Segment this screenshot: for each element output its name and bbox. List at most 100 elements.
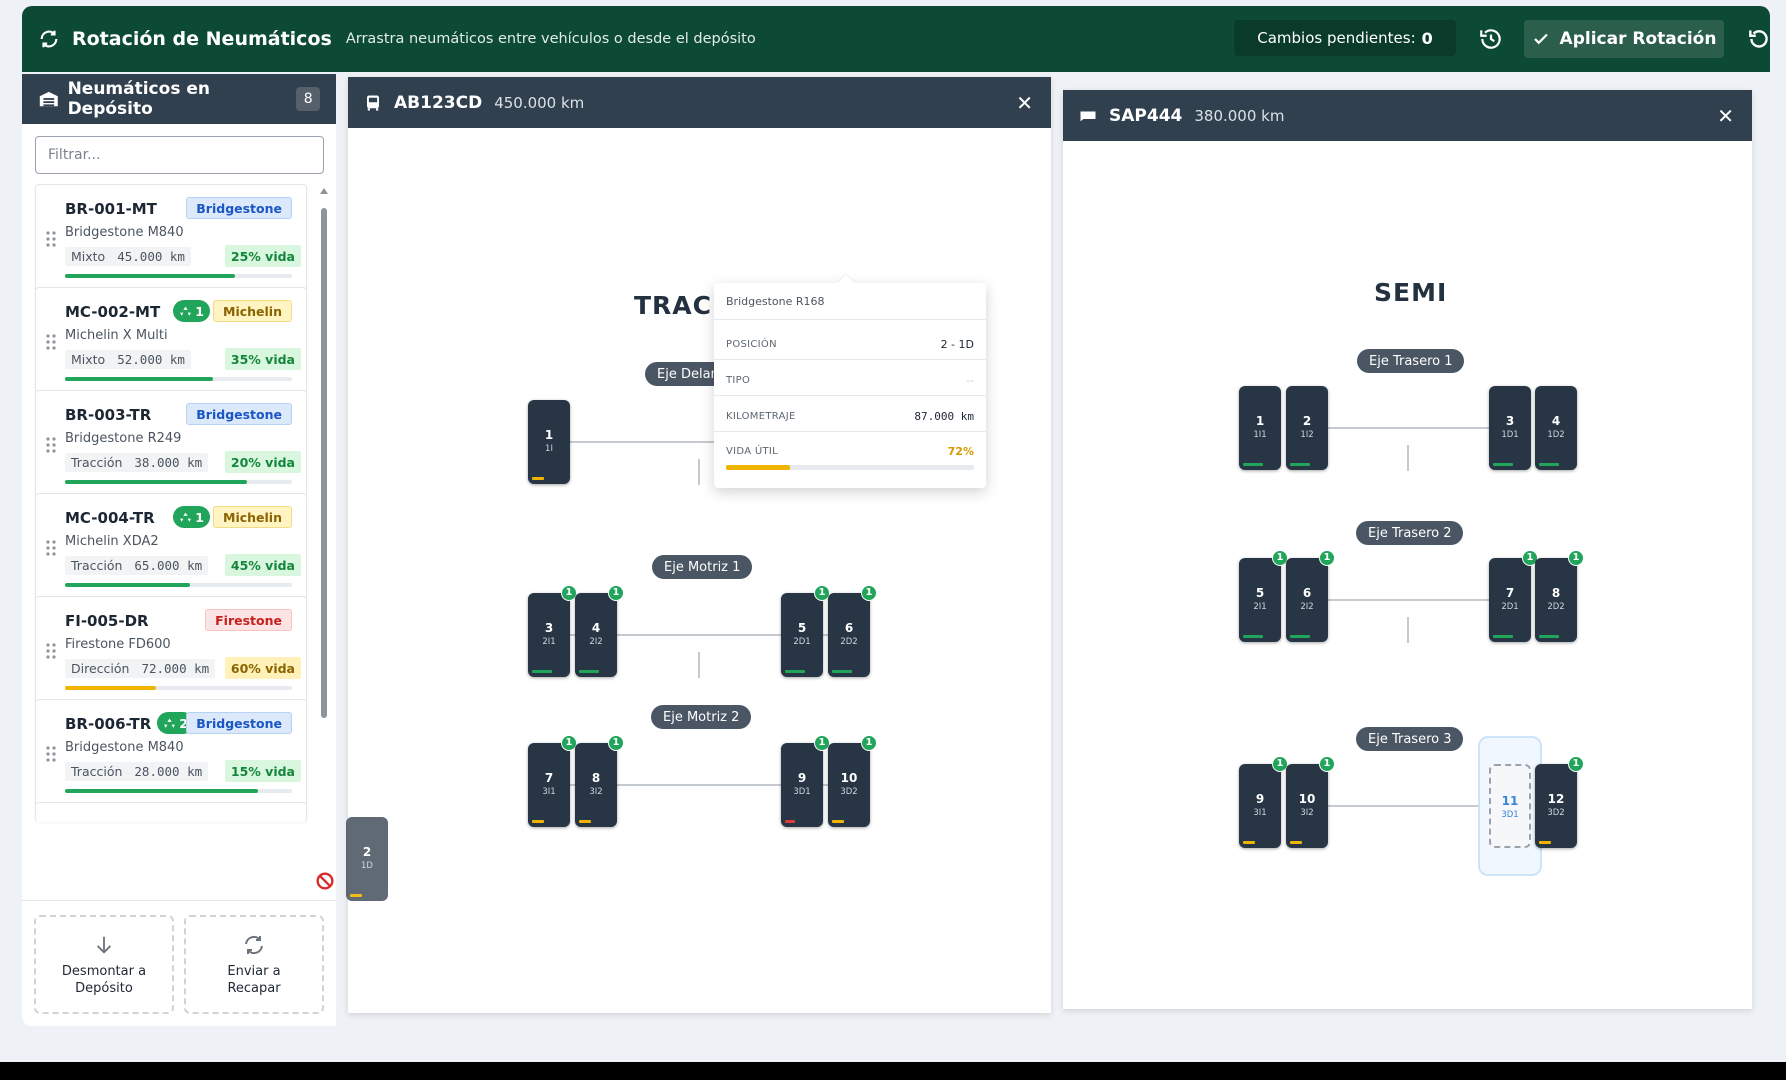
depot-tire-card[interactable]: FI-005-DR Firestone Firestone FD600 Dire… — [35, 596, 307, 704]
warehouse-icon — [39, 91, 58, 107]
tire-slot[interactable]: 1 1I — [528, 400, 570, 484]
tire-model: Bridgestone R249 — [65, 431, 182, 446]
tire-slot[interactable]: 1 9 3D1 — [781, 735, 830, 827]
depot-tire-card-partial[interactable] — [35, 802, 307, 822]
bus-icon — [367, 95, 379, 110]
tire-number: 6 — [1302, 586, 1312, 600]
tire-position: 3D2 — [840, 787, 858, 797]
life-badge: 15% vida — [224, 760, 301, 782]
close-icon[interactable]: ✕ — [1016, 91, 1033, 115]
tire-slot[interactable]: 1 4 2I2 — [575, 585, 624, 677]
depot-tire-card[interactable]: BR-006-TR 2 Bridgestone Bridgestone M840… — [35, 699, 307, 807]
tire-life-bar — [832, 670, 852, 673]
tire-code: BR-003-TR — [65, 406, 152, 424]
tire-position: 2I2 — [1300, 602, 1314, 612]
depot-tire-card[interactable]: BR-001-MT Bridgestone Bridgestone M840 M… — [35, 184, 307, 292]
send-to-recap-dropzone[interactable]: Enviar a Recapar — [184, 915, 324, 1014]
depot-scrollbar[interactable] — [320, 188, 328, 788]
tire-number: 3 — [544, 621, 554, 635]
recap-count: 1 — [195, 509, 204, 525]
unmount-label-1: Desmontar a — [61, 963, 147, 979]
grip-icon[interactable] — [46, 643, 56, 659]
tire-position: 2D1 — [1501, 602, 1519, 612]
depot-tire-card[interactable]: MC-002-MT 1 Michelin Michelin X Multi Mi… — [35, 287, 307, 395]
tire-life-bar — [1493, 635, 1513, 638]
tire-position: 2D1 — [793, 637, 811, 647]
vehicle-panel-semi: SAP444 380.000 km ✕ — [1063, 90, 1752, 1009]
tire-model: Bridgestone M840 — [65, 740, 184, 755]
dragged-tire[interactable]: 2 1D — [346, 817, 388, 901]
tire-code: BR-001-MT — [65, 200, 157, 218]
pending-changes: Cambios pendientes: 0 — [1234, 20, 1456, 56]
close-icon[interactable]: ✕ — [1717, 104, 1734, 128]
tire-slot[interactable]: 1 1I1 — [1239, 386, 1281, 470]
life-bar-fill — [65, 583, 190, 587]
check-icon — [1533, 33, 1548, 45]
depot-tire-card[interactable]: BR-003-TR Bridgestone Bridgestone R249 T… — [35, 390, 307, 498]
tire-life-bar — [1493, 463, 1513, 466]
grip-icon[interactable] — [46, 334, 56, 350]
grip-icon[interactable] — [46, 746, 56, 762]
tire-slot[interactable]: 1 3 2I1 — [528, 585, 577, 677]
apply-rotation-button[interactable]: Aplicar Rotación — [1524, 20, 1724, 58]
recap-count-badge: 1 — [1568, 756, 1584, 772]
grip-icon[interactable] — [46, 540, 56, 556]
history-icon[interactable] — [1478, 26, 1504, 52]
tire-slot[interactable]: 3 1D1 — [1489, 386, 1531, 470]
tire-type: Mixto — [71, 249, 106, 264]
tooltip-model: Bridgestone R168 — [726, 295, 825, 308]
tire-life-bar — [785, 820, 795, 823]
tooltip-km-label: KILOMETRAJE — [726, 411, 796, 422]
page-subtitle: Arrastra neumáticos entre vehículos o de… — [345, 31, 756, 47]
grip-icon[interactable] — [46, 231, 56, 247]
tire-slot[interactable]: 1 10 3I2 — [1286, 756, 1335, 848]
tire-slot[interactable]: 1 8 2D2 — [1535, 550, 1584, 642]
axle-rod — [570, 441, 720, 443]
tire-slot[interactable]: 1 9 3I1 — [1239, 756, 1288, 848]
recap-count: 1 — [195, 303, 204, 319]
tire-slot[interactable]: 1 7 3I1 — [528, 735, 577, 827]
top-bar: Rotación de Neumáticos Arrastra neumátic… — [22, 6, 1770, 72]
tire-number: 1 — [1255, 414, 1265, 428]
tire-slot[interactable]: 1 12 3D2 — [1535, 756, 1584, 848]
tire-type-km: Tracción 28.000 km — [65, 762, 209, 781]
pending-label: Cambios pendientes: — [1257, 29, 1416, 47]
tire-position: 1D2 — [1547, 430, 1565, 440]
tooltip-km-value: 87.000 km — [914, 410, 974, 423]
tire-slot[interactable]: 1 6 2D2 — [828, 585, 877, 677]
filter-input[interactable] — [35, 136, 324, 174]
tire-slot[interactable]: 4 1D2 — [1535, 386, 1577, 470]
recap-label-2: Recapar — [227, 980, 281, 996]
grip-icon[interactable] — [46, 437, 56, 453]
depot-count: 8 — [296, 87, 320, 111]
tire-number: 2 — [1302, 414, 1312, 428]
tire-position: 2I2 — [589, 637, 603, 647]
tire-life-bar — [532, 477, 544, 480]
refresh-icon — [245, 935, 263, 954]
unmount-to-depot-dropzone[interactable]: Desmontar a Depósito — [34, 915, 174, 1014]
tire-slot[interactable]: 1 5 2I1 — [1239, 550, 1288, 642]
life-bar — [65, 583, 292, 587]
tire-slot[interactable]: 1 6 2I2 — [1286, 550, 1335, 642]
tire-slot[interactable]: 1 8 3I2 — [575, 735, 624, 827]
tire-position: 3D2 — [1547, 808, 1565, 818]
vehicle-panel-tractor: AB123CD 450.000 km ✕ — [348, 77, 1051, 1013]
recycle-icon — [180, 512, 192, 522]
tire-position: 1I — [545, 444, 553, 454]
undo-icon[interactable] — [1746, 26, 1772, 52]
tire-position: 1D1 — [1501, 430, 1519, 440]
tire-slot[interactable]: 1 7 2D1 — [1489, 550, 1538, 642]
tire-number: 4 — [1551, 414, 1561, 428]
tire-position: 1I1 — [1253, 430, 1267, 440]
depot-tire-card[interactable]: MC-004-TR 1 Michelin Michelin XDA2 Tracc… — [35, 493, 307, 601]
tire-position: 1I2 — [1300, 430, 1314, 440]
empty-tire-slot[interactable]: 11 3D1 — [1489, 764, 1531, 848]
tooltip-life-value: 72% — [947, 445, 974, 458]
tire-slot[interactable]: 1 10 3D2 — [828, 735, 877, 827]
tire-slot[interactable]: 2 1I2 — [1286, 386, 1328, 470]
scroll-up-arrow[interactable] — [320, 188, 328, 194]
scroll-thumb[interactable] — [321, 208, 327, 718]
recap-count-badge: 1 — [608, 585, 624, 601]
tire-slot[interactable]: 1 5 2D1 — [781, 585, 830, 677]
brand-badge: Firestone — [205, 609, 292, 631]
